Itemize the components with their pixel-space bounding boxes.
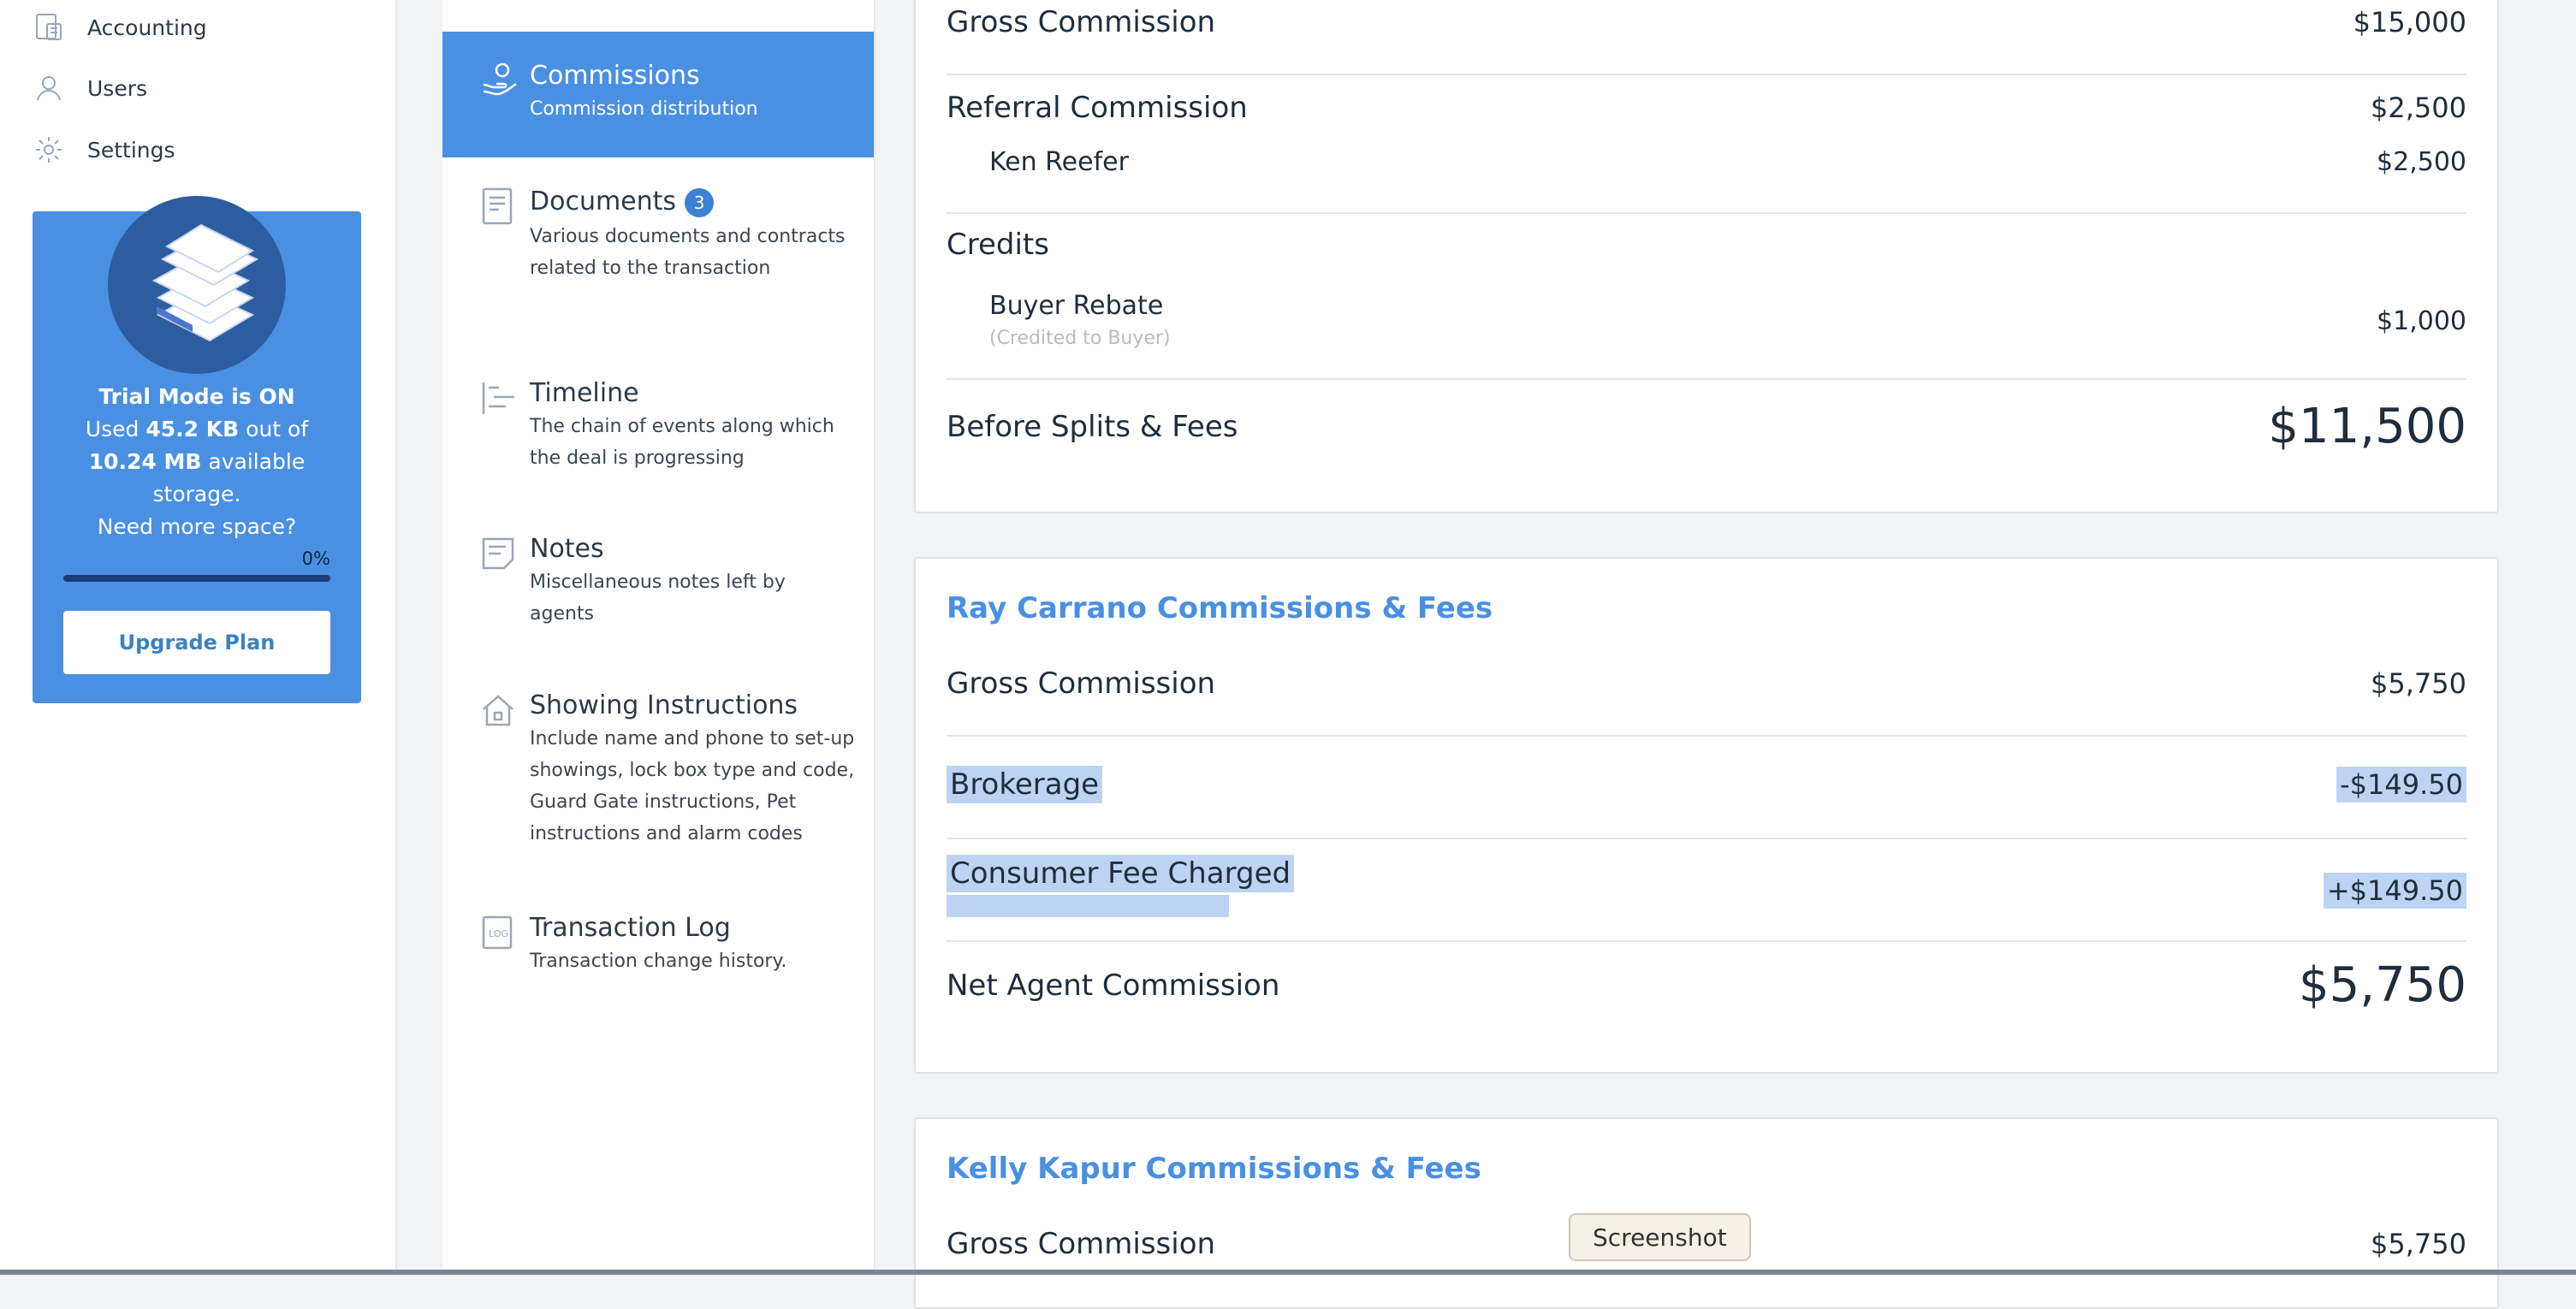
- row-value: $2,500: [2371, 92, 2466, 124]
- tab-title: Showing Instructions: [530, 690, 798, 720]
- before-splits-row: Before Splits & Fees $11,500: [947, 399, 2466, 454]
- row-value: -$149.50: [2336, 767, 2466, 803]
- tab-title: Transaction Log: [530, 913, 731, 943]
- document-icon: [480, 187, 519, 226]
- documents-stack-illustration: [108, 196, 286, 374]
- highlighted-note-placeholder: [947, 895, 1229, 917]
- row-value: $15,000: [2353, 6, 2466, 38]
- tab-desc: Include name and phone to set-up showing…: [530, 728, 855, 844]
- consumer-fee-row: Consumer Fee Charged +$149.50: [947, 855, 2466, 925]
- row-label: Net Agent Commission: [947, 968, 1280, 1003]
- storage-percent: 0%: [301, 548, 330, 569]
- row-value: $11,500: [2268, 399, 2466, 454]
- trial-panel: Trial Mode is ON Used 45.2 KB out of 10.…: [33, 196, 361, 703]
- tab-desc: The chain of events along which the deal…: [530, 416, 834, 469]
- tab-desc: Commission distribution: [530, 98, 758, 120]
- tab-desc: Miscellaneous notes left by agents: [530, 572, 786, 625]
- screenshot-tooltip: Screenshot: [1569, 1213, 1751, 1261]
- row-value: $1,000: [2377, 305, 2466, 336]
- tab-timeline[interactable]: Timeline The chain of events along which…: [442, 376, 874, 488]
- section-title: Ray Carrano Commissions & Fees: [947, 591, 1493, 625]
- nav-label-settings: Settings: [87, 137, 175, 163]
- gross-commission-row: Gross Commission $5,750: [947, 666, 2466, 701]
- storage-progress-bar: [63, 575, 330, 582]
- row-label: Credits: [947, 228, 1049, 262]
- left-sidebar: Accounting Users Settings Trial Mode is …: [0, 0, 397, 1275]
- row-label: Gross Commission: [947, 1227, 1216, 1261]
- need-more-space: Need more space?: [97, 514, 297, 539]
- accounting-icon: [33, 11, 65, 44]
- buyer-rebate-row: Buyer Rebate (Credited to Buyer) $1,000: [947, 291, 2466, 351]
- tab-title-text: Documents: [530, 187, 677, 216]
- rebate-note: (Credited to Buyer): [989, 328, 1171, 349]
- row-label: Referral Commission: [947, 91, 1248, 125]
- tab-title: Notes: [530, 534, 604, 564]
- tab-transaction-log[interactable]: LOG Transaction Log Transaction change h…: [442, 911, 874, 988]
- used-mid: out of: [246, 417, 309, 441]
- tab-title: Documents 3: [530, 187, 715, 217]
- row-label: Brokerage: [947, 766, 1103, 803]
- user-icon: [33, 72, 65, 104]
- hand-coin-icon: [480, 59, 519, 98]
- row-value: $5,750: [2299, 957, 2466, 1013]
- tab-showing-instructions[interactable]: Showing Instructions Include name and ph…: [442, 689, 874, 868]
- divider: [947, 212, 2466, 214]
- nav-label-accounting: Accounting: [87, 15, 207, 40]
- available-value: 10.24 MB: [88, 449, 202, 474]
- brokerage-row: Brokerage -$149.50: [947, 766, 2466, 803]
- trial-mode-status: Trial Mode is ON: [98, 384, 295, 409]
- available-suffix: available: [208, 449, 306, 474]
- nav-item-accounting[interactable]: Accounting: [33, 2, 207, 53]
- nav-item-settings[interactable]: Settings: [33, 124, 175, 175]
- ray-carrano-commissions-card: Ray Carrano Commissions & Fees Gross Com…: [914, 557, 2499, 1074]
- divider: [947, 940, 2466, 942]
- tab-title: Commissions: [530, 61, 700, 91]
- used-value: 45.2 KB: [145, 417, 240, 441]
- used-prefix: Used: [85, 417, 139, 441]
- net-agent-commission-row: Net Agent Commission $5,750: [947, 957, 2466, 1013]
- svg-text:LOG: LOG: [489, 928, 508, 939]
- tab-desc: Various documents and contracts related …: [530, 226, 846, 279]
- house-icon: [480, 692, 519, 732]
- row-value: +$149.50: [2323, 873, 2466, 909]
- divider: [947, 378, 2466, 380]
- referral-agent-row: Ken Reefer $2,500: [947, 147, 2466, 177]
- row-value: $2,500: [2377, 147, 2466, 177]
- section-title: Kelly Kapur Commissions & Fees: [947, 1152, 1481, 1186]
- row-label: Ken Reefer: [989, 147, 1129, 177]
- row-value: $5,750: [2371, 1228, 2466, 1260]
- nav-item-users[interactable]: Users: [33, 62, 147, 114]
- note-icon: [480, 536, 519, 575]
- row-label: Consumer Fee Charged: [947, 855, 1295, 925]
- row-label: Buyer Rebate (Credited to Buyer): [989, 291, 1171, 351]
- storage-text: storage.: [152, 482, 241, 506]
- divider: [947, 735, 2466, 737]
- log-icon: LOG: [480, 915, 519, 954]
- tab-title: Timeline: [530, 378, 639, 408]
- commission-summary-card: Gross Commission $15,000 Referral Commis…: [914, 0, 2499, 513]
- upgrade-plan-button[interactable]: Upgrade Plan: [63, 611, 330, 674]
- row-value: $5,750: [2371, 667, 2466, 700]
- timeline-icon: [480, 380, 519, 419]
- credits-row: Credits: [947, 228, 2466, 262]
- divider: [947, 74, 2466, 75]
- row-label: Gross Commission: [947, 666, 1216, 701]
- row-label: Before Splits & Fees: [947, 409, 1238, 444]
- trial-text: Trial Mode is ON Used 45.2 KB out of 10.…: [33, 381, 361, 543]
- tab-commissions[interactable]: Commissions Commission distribution: [442, 32, 874, 157]
- gear-icon: [33, 133, 65, 166]
- tab-desc: Transaction change history.: [530, 951, 787, 972]
- nav-label-users: Users: [87, 75, 148, 101]
- bottom-taskbar-edge: [0, 1270, 2576, 1275]
- referral-commission-row: Referral Commission $2,500: [947, 91, 2466, 125]
- consumer-fee-label: Consumer Fee Charged: [947, 855, 1295, 892]
- transaction-tabs: Commissions Commission distribution Docu…: [442, 0, 875, 1275]
- rebate-label: Buyer Rebate: [989, 291, 1164, 321]
- row-label: Gross Commission: [947, 5, 1216, 39]
- tab-documents[interactable]: Documents 3 Various documents and contrac…: [442, 180, 874, 325]
- gross-commission-row: Gross Commission $15,000: [947, 5, 2466, 39]
- tab-notes[interactable]: Notes Miscellaneous notes left by agents: [442, 532, 874, 643]
- documents-count-badge: 3: [685, 187, 715, 217]
- divider: [947, 838, 2466, 839]
